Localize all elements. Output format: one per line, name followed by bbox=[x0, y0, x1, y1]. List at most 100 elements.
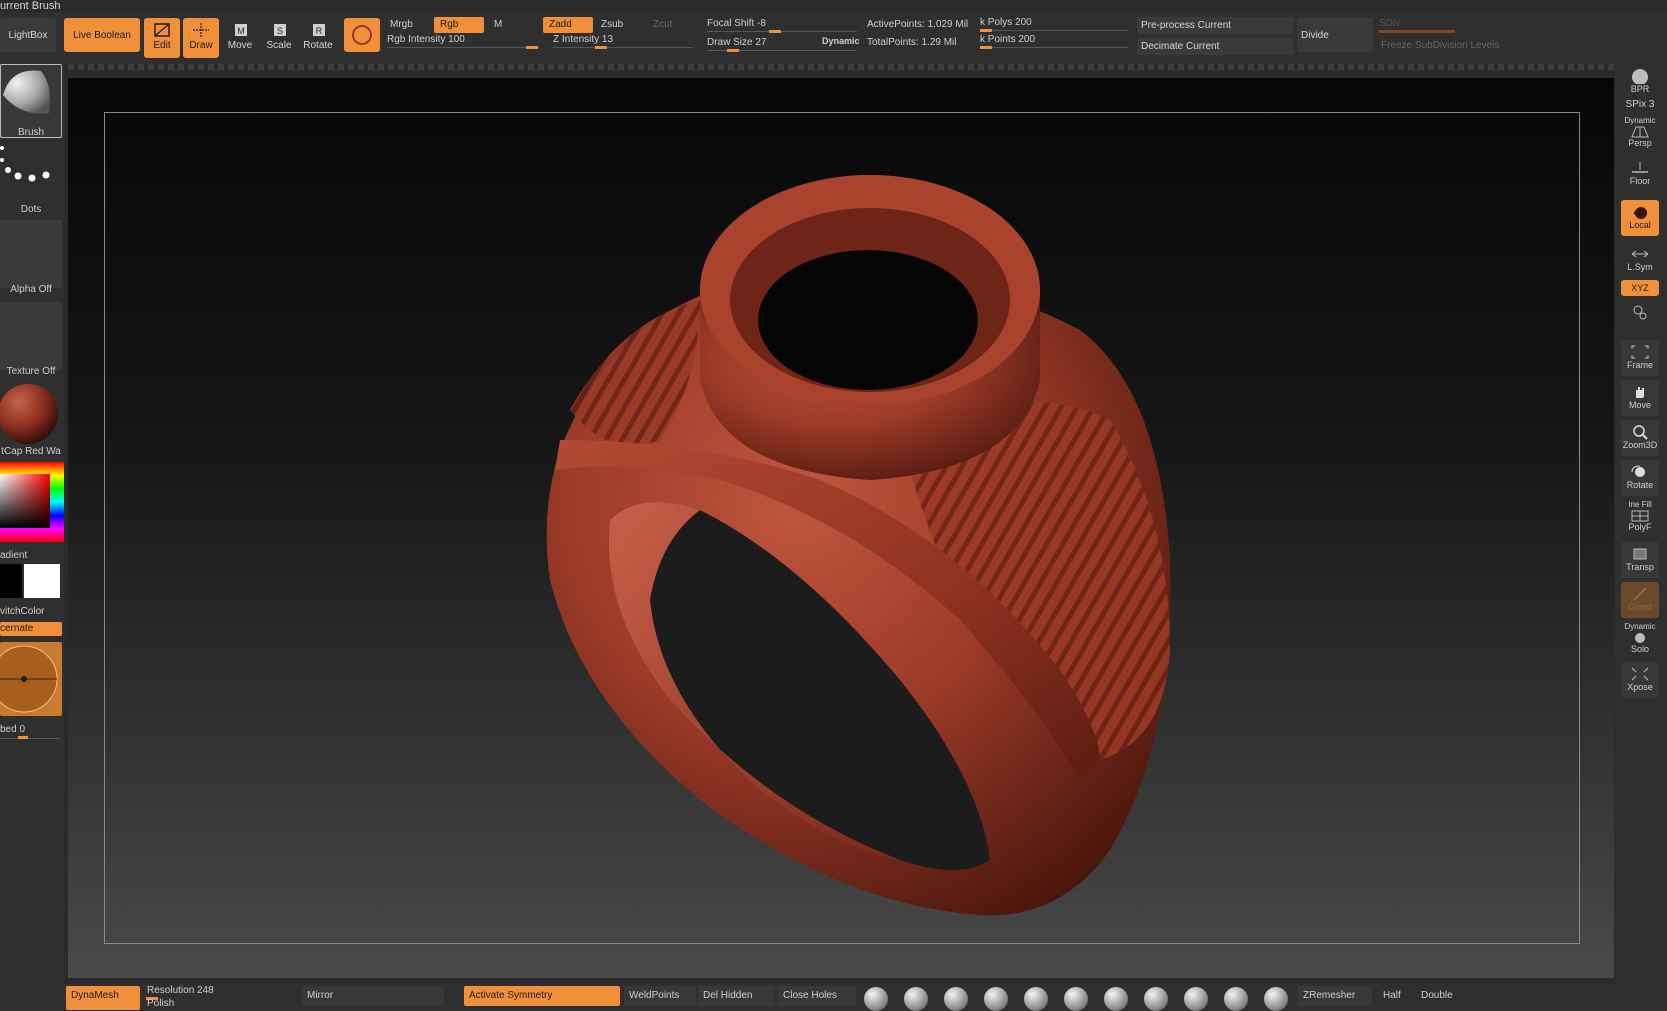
ghost-icon bbox=[1633, 587, 1647, 601]
z-intensity-slider[interactable]: Z Intensity 13 bbox=[553, 33, 693, 49]
lsym-button[interactable]: L.Sym bbox=[1621, 242, 1659, 278]
primitive-sphere-icon-5[interactable] bbox=[1024, 987, 1048, 1011]
bpr-button[interactable]: BPR bbox=[1621, 64, 1659, 98]
main-color-swatch[interactable] bbox=[24, 564, 60, 598]
primitive-sphere-icon-11[interactable] bbox=[1264, 987, 1288, 1011]
document-canvas[interactable] bbox=[68, 78, 1614, 978]
del-hidden-button[interactable]: Del Hidden bbox=[698, 986, 774, 1006]
persp-button[interactable]: Dynamic Persp bbox=[1621, 116, 1659, 154]
lsym-arrows-icon bbox=[1631, 250, 1649, 258]
primitive-sphere-icon-10[interactable] bbox=[1224, 987, 1248, 1011]
gradient-caption: adient bbox=[0, 550, 28, 561]
embed-knob[interactable] bbox=[18, 736, 28, 739]
primitive-sphere-icon-7[interactable] bbox=[1104, 987, 1128, 1011]
polyf-button[interactable]: Ine Fill PolyF bbox=[1621, 500, 1659, 538]
divide-label: Divide bbox=[1301, 29, 1329, 41]
dynamesh-button[interactable]: DynaMesh bbox=[66, 986, 140, 1010]
close-holes-button[interactable]: Close Holes bbox=[778, 986, 856, 1006]
move-button[interactable]: M Move bbox=[222, 18, 258, 58]
alpha-thumbnail[interactable] bbox=[0, 220, 62, 288]
polyf-label: PolyF bbox=[1628, 522, 1652, 532]
color-picker[interactable] bbox=[0, 462, 64, 542]
brush-modifier-dial[interactable] bbox=[0, 642, 62, 716]
k-points-slider[interactable]: k Points 200 bbox=[980, 33, 1128, 49]
polish-label: Polish bbox=[147, 998, 175, 1009]
rotate-view-button[interactable]: Rotate bbox=[1621, 460, 1659, 496]
move-view-button[interactable]: Move bbox=[1621, 380, 1659, 416]
k-polys-slider[interactable]: k Polys 200 bbox=[980, 16, 1128, 32]
primitive-sphere-icon-3[interactable] bbox=[944, 987, 968, 1011]
zoom3d-button[interactable]: Zoom3D bbox=[1621, 420, 1659, 456]
rotate-label: Rotate bbox=[303, 40, 333, 51]
rgb-intensity-knob[interactable] bbox=[526, 46, 538, 49]
stroke-thumbnail[interactable] bbox=[0, 142, 62, 210]
k-points-knob[interactable] bbox=[980, 46, 992, 49]
ghost-button[interactable]: Ghost bbox=[1621, 582, 1659, 618]
zadd-button[interactable]: Zadd bbox=[543, 17, 593, 33]
xyz-button[interactable]: XYZ bbox=[1621, 280, 1659, 296]
transp-button[interactable]: Transp bbox=[1621, 542, 1659, 578]
solo-button[interactable]: Dynamic Solo bbox=[1621, 622, 1659, 660]
rgb-intensity-slider[interactable]: Rgb Intensity 100 bbox=[387, 33, 539, 49]
primitive-sphere-icon-2[interactable] bbox=[904, 987, 928, 1011]
zremesher-button[interactable]: ZRemesher bbox=[1298, 986, 1372, 1006]
double-button[interactable]: Double bbox=[1416, 986, 1464, 1006]
decimate-current-button[interactable]: Decimate Current bbox=[1137, 38, 1293, 55]
draw-label: Draw bbox=[189, 40, 213, 51]
decimate-label: Decimate Current bbox=[1141, 41, 1220, 52]
material-swatch-button[interactable] bbox=[344, 18, 380, 52]
preprocess-current-button[interactable]: Pre-process Current bbox=[1137, 17, 1293, 34]
material-thumbnail[interactable] bbox=[0, 380, 62, 448]
scale-button[interactable]: S Scale bbox=[261, 18, 297, 58]
primitive-sphere-icon-6[interactable] bbox=[1064, 987, 1088, 1011]
edit-label: Edit bbox=[153, 40, 171, 51]
focal-shift-knob[interactable] bbox=[769, 30, 781, 33]
divide-button[interactable]: Divide bbox=[1297, 18, 1373, 52]
m-button[interactable]: M bbox=[488, 17, 538, 33]
edit-button[interactable]: Edit bbox=[144, 18, 180, 58]
freeze-subdivision-levels[interactable]: Freeze SubDivision Levels bbox=[1381, 40, 1499, 51]
z-intensity-knob[interactable] bbox=[595, 46, 607, 49]
frame-button[interactable]: Frame bbox=[1621, 340, 1659, 376]
floor-button[interactable]: Floor bbox=[1621, 156, 1659, 192]
live-boolean-button[interactable]: Live Boolean bbox=[64, 18, 140, 52]
embed-slider[interactable]: bed 0 bbox=[0, 724, 62, 739]
color-swatches[interactable] bbox=[0, 562, 62, 600]
mirror-button[interactable]: Mirror bbox=[302, 986, 444, 1006]
rotate-axis-button[interactable] bbox=[1621, 300, 1659, 334]
switch-color-button[interactable]: vitchColor bbox=[0, 606, 62, 617]
polish-slider[interactable]: Polish bbox=[142, 997, 222, 1011]
draw-size-knob[interactable] bbox=[727, 49, 739, 52]
sdiv-slider[interactable]: SDiv bbox=[1379, 17, 1455, 33]
rgb-intensity-label: Rgb Intensity 100 bbox=[387, 34, 465, 45]
xpose-button[interactable]: Xpose bbox=[1621, 662, 1659, 698]
activate-symmetry-button[interactable]: Activate Symmetry bbox=[464, 986, 620, 1006]
mrgb-button[interactable]: Mrgb bbox=[384, 17, 430, 33]
primitive-sphere-icon-4[interactable] bbox=[984, 987, 1008, 1011]
spix-label: SPix 3 bbox=[1625, 99, 1655, 110]
primitive-sphere-icon-8[interactable] bbox=[1144, 987, 1168, 1011]
resolution-slider[interactable]: Resolution 248 bbox=[142, 984, 298, 998]
weldpoints-button[interactable]: WeldPoints bbox=[624, 986, 696, 1006]
focal-shift-slider[interactable]: Focal Shift -8 bbox=[707, 17, 857, 33]
draw-button[interactable]: Draw bbox=[183, 18, 219, 58]
alternate-button[interactable]: cernate bbox=[0, 622, 62, 636]
ghost-label: Ghost bbox=[1627, 602, 1652, 612]
lightbox-button[interactable]: LightBox bbox=[0, 18, 56, 52]
local-button[interactable]: Local bbox=[1621, 200, 1659, 236]
rgb-button[interactable]: Rgb bbox=[434, 17, 484, 33]
rotate-button[interactable]: R Rotate bbox=[300, 18, 336, 58]
spix-slider[interactable]: SPix 3 bbox=[1621, 100, 1659, 114]
primitive-sphere-icon-1[interactable] bbox=[864, 987, 888, 1011]
zsub-button[interactable]: Zsub bbox=[595, 17, 645, 33]
primitive-sphere-icon-9[interactable] bbox=[1184, 987, 1208, 1011]
texture-thumbnail[interactable] bbox=[0, 302, 62, 370]
secondary-color-swatch[interactable] bbox=[0, 564, 22, 598]
k-polys-knob[interactable] bbox=[980, 29, 992, 32]
embed-track bbox=[0, 738, 60, 739]
z-intensity-track bbox=[553, 47, 693, 48]
bpr-label: BPR bbox=[1630, 84, 1650, 94]
zcut-button[interactable]: Zcut bbox=[647, 17, 687, 33]
dynamic-toggle[interactable]: Dynamic bbox=[822, 36, 860, 46]
half-button[interactable]: Half bbox=[1378, 986, 1414, 1006]
